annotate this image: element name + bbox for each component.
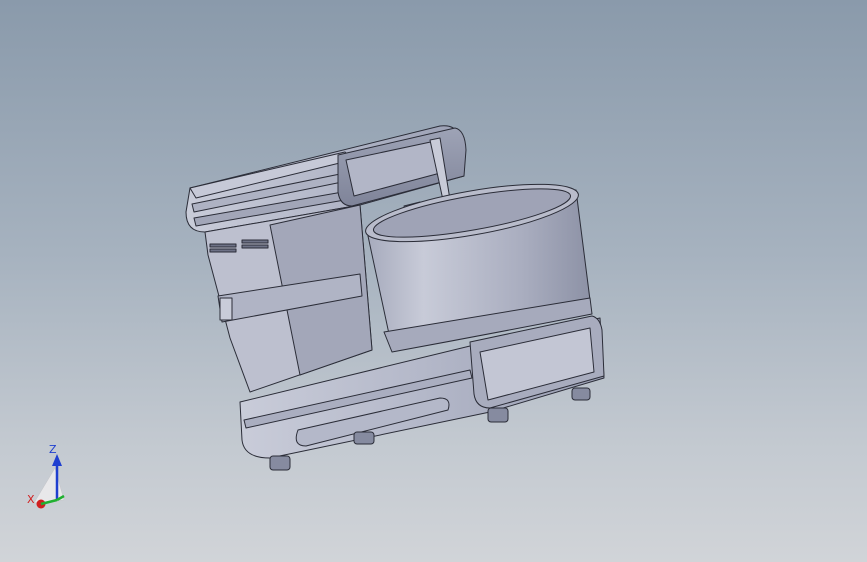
- main-body: [204, 204, 373, 393]
- graphics-viewport[interactable]: Z X: [0, 0, 867, 562]
- z-axis-label: Z: [49, 443, 57, 456]
- mixer-3d-model[interactable]: [0, 0, 867, 562]
- x-axis-label: X: [27, 493, 35, 506]
